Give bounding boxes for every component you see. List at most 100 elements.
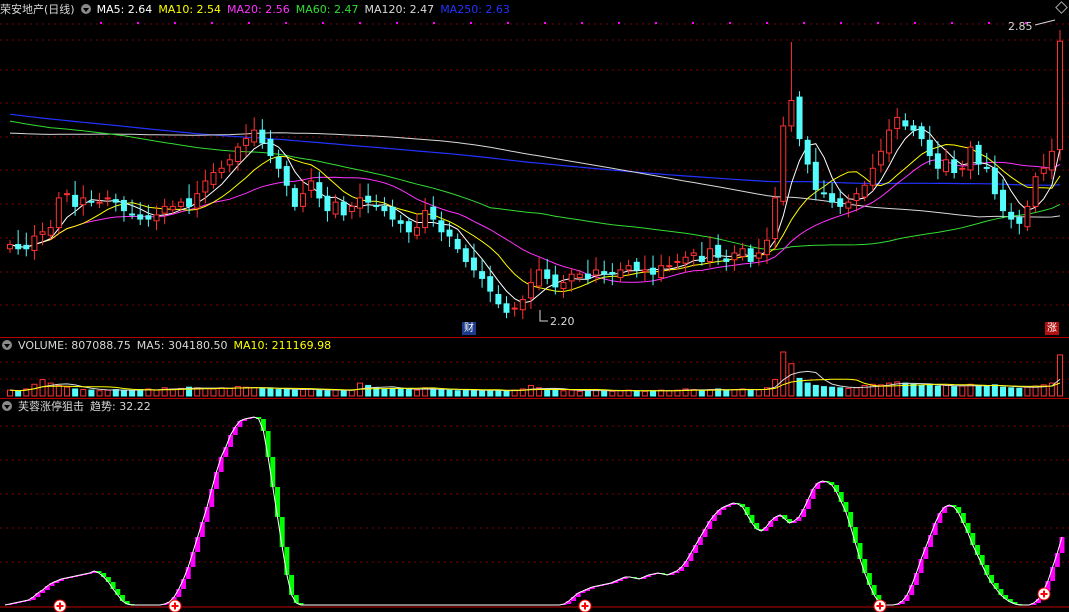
candle-body — [845, 201, 852, 209]
candle-body — [715, 244, 722, 258]
trend-bar — [119, 595, 125, 601]
candle-body — [300, 193, 307, 207]
candle-body — [251, 129, 258, 143]
candle-body — [194, 193, 201, 209]
candle-body — [462, 248, 469, 262]
candle-body — [487, 276, 494, 292]
trend-bar — [185, 567, 191, 579]
dropdown-icon[interactable] — [2, 401, 12, 411]
dropdown-icon[interactable] — [80, 4, 91, 14]
top-tick-marker — [544, 22, 546, 24]
candle-body — [72, 194, 79, 207]
volume-bar — [479, 390, 486, 397]
candle-body — [926, 139, 933, 157]
candle-body — [723, 258, 730, 262]
volume-bar — [104, 389, 111, 397]
candle-body — [23, 244, 30, 250]
volume-bar — [731, 389, 738, 397]
candle-body — [210, 172, 217, 185]
ma-legend-item: MA60: 2.47 — [295, 3, 359, 16]
volume-bar — [72, 388, 79, 397]
candle-body — [357, 197, 363, 209]
candle-body — [943, 159, 950, 173]
volume-bar — [943, 384, 950, 397]
volume-panel[interactable]: VOLUME: 807088.75 MA5: 304180.50 MA10: 211… — [0, 338, 1069, 398]
volume-bar — [983, 385, 990, 397]
volume-bar — [454, 390, 461, 397]
candle-body — [511, 307, 518, 310]
top-tick-marker — [100, 22, 102, 24]
volume-bar — [820, 386, 827, 397]
volume-bar — [755, 389, 762, 397]
volume-bar — [747, 389, 754, 397]
low-leader-line — [539, 310, 548, 322]
candle-body — [267, 138, 274, 157]
volume-bar — [438, 389, 445, 397]
indicator-chart[interactable] — [0, 399, 1069, 612]
trend-bar — [834, 485, 840, 492]
trend-bar — [279, 517, 285, 547]
ma-legend-item: MA120: 2.47 — [364, 3, 435, 16]
candle-body — [568, 273, 575, 282]
candle-body — [666, 265, 673, 268]
indicator-panel[interactable]: 芙蓉涨停狙击 趋势: 32.22 — [0, 399, 1069, 612]
candle-body — [112, 199, 119, 203]
candle-body — [1048, 150, 1055, 171]
trend-bar — [923, 547, 929, 559]
candle-body — [47, 227, 54, 236]
trend-bar — [232, 427, 238, 435]
top-tick-marker — [655, 22, 657, 24]
candle-body — [1008, 211, 1015, 220]
trend-bar — [289, 575, 295, 595]
volume-bar — [487, 389, 494, 397]
trend-bar — [195, 537, 201, 552]
trend-line — [4, 416, 1063, 606]
volume-bar — [470, 389, 477, 397]
candle-body — [470, 257, 477, 271]
candle-body — [202, 180, 209, 193]
volume-bar — [527, 384, 534, 397]
candle-body — [161, 205, 168, 214]
dropdown-icon[interactable] — [2, 340, 12, 350]
volume-bar — [88, 389, 95, 397]
trend-bar — [768, 521, 774, 527]
volume-bar — [845, 387, 852, 397]
volume-bar — [560, 390, 567, 397]
indicator-trend: 趋势: 32.22 — [90, 400, 151, 413]
volume-bar — [324, 390, 331, 397]
stock-title[interactable]: 荣安地产(日线) — [0, 3, 75, 16]
candle-body — [593, 269, 600, 276]
candlestick-chart[interactable] — [0, 0, 1069, 337]
volume-bar — [55, 384, 62, 397]
candle-body — [348, 205, 355, 212]
volume-bar — [601, 390, 608, 397]
limit-up-marker[interactable]: 涨 — [1045, 322, 1059, 335]
top-tick-marker — [433, 22, 435, 24]
candle-body — [739, 248, 746, 257]
finance-marker[interactable]: 财 — [462, 322, 476, 335]
candle-body — [780, 125, 787, 202]
volume-bar — [80, 389, 87, 397]
volume-bar — [829, 386, 836, 397]
top-tick-marker — [877, 22, 879, 24]
volume-bar — [926, 384, 933, 397]
trend-bar — [843, 502, 849, 512]
candle-body — [316, 182, 323, 199]
ma20-line — [9, 158, 1061, 283]
trend-bar — [909, 585, 915, 595]
volume-bar — [959, 385, 966, 397]
candle-body — [731, 252, 738, 261]
volume-bar — [780, 351, 787, 397]
candle-body — [625, 265, 632, 271]
price-panel[interactable]: 荣安地产(日线) MA5: 2.64 MA10: 2.54 MA20: 2.56 MA6… — [0, 0, 1069, 337]
candle-body — [308, 180, 315, 191]
volume-bar — [975, 384, 982, 397]
candle-body — [796, 96, 803, 140]
candle-body — [861, 184, 868, 198]
candle-body — [975, 144, 982, 165]
trend-bar — [265, 431, 271, 457]
volume-bar — [788, 363, 795, 397]
volume-bar — [283, 388, 290, 397]
trend-bar — [209, 489, 215, 507]
volume-bar — [308, 388, 315, 397]
